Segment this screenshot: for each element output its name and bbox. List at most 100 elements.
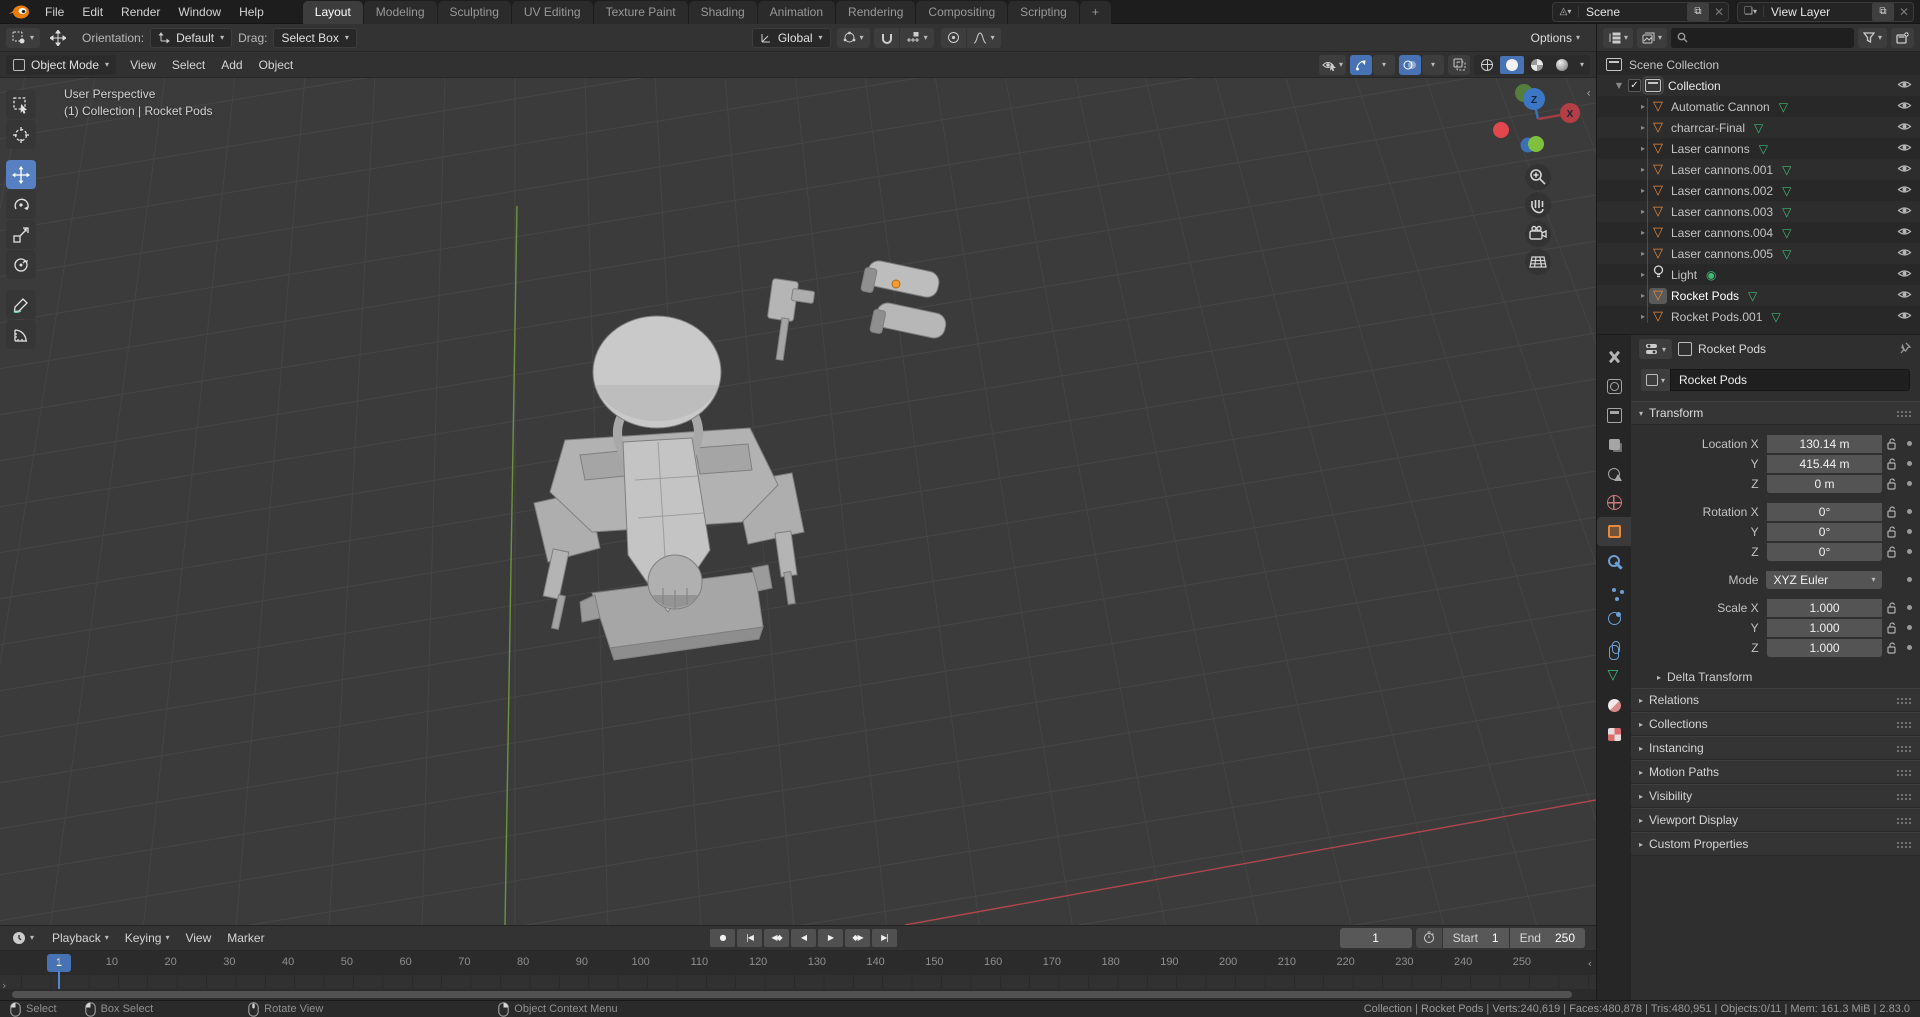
outliner-object-row[interactable]: ▸ ▽ Laser cannons.005 ▽ ◉: [1597, 243, 1920, 264]
panel-drag-handle[interactable]: [1896, 769, 1912, 776]
hide-in-viewport-eye-icon[interactable]: [1897, 100, 1912, 114]
expand-caret-icon[interactable]: ▸: [1637, 123, 1649, 132]
lock-icon[interactable]: [1882, 622, 1902, 634]
proportional-editing-toggle[interactable]: [941, 28, 966, 48]
shading-material-button[interactable]: [1525, 56, 1549, 74]
hide-in-viewport-eye-icon[interactable]: [1897, 79, 1912, 93]
workspace-tab[interactable]: +: [1080, 1, 1111, 24]
model-rocket-tank[interactable]: [430, 250, 960, 680]
outliner-object-row[interactable]: ▸ ▽ Laser cannons.001 ▽ ◉: [1597, 159, 1920, 180]
timeline-ruler[interactable]: 1 ‹ 110203040506070809010011012013014015…: [0, 950, 1596, 976]
properties-tab[interactable]: [1597, 633, 1631, 662]
properties-collapsed-panel[interactable]: ▸ Collections: [1631, 712, 1920, 736]
hide-in-viewport-eye-icon[interactable]: [1897, 226, 1912, 240]
outliner-object-row[interactable]: ▸ ▽ Rocket Pods ▽ ◉: [1597, 285, 1920, 306]
select-box-tool-button[interactable]: [6, 90, 36, 119]
gizmos-toggle[interactable]: [1350, 55, 1372, 75]
viewport-menu-item[interactable]: Object: [251, 58, 302, 72]
properties-tab[interactable]: [1597, 691, 1631, 720]
properties-tab[interactable]: [1597, 401, 1631, 430]
workspace-tab[interactable]: Animation: [758, 1, 835, 24]
timeline-editor-type-dropdown[interactable]: ▾: [6, 928, 40, 948]
rotation-value-field[interactable]: 0°: [1767, 543, 1883, 561]
new-collection-button[interactable]: [1891, 28, 1914, 48]
show-object-types-dropdown[interactable]: ▾: [1319, 55, 1346, 75]
location-value-field[interactable]: 0 m: [1767, 475, 1883, 493]
workspace-tab[interactable]: Sculpting: [438, 1, 511, 24]
workspace-tab[interactable]: Rendering: [836, 1, 915, 24]
hide-in-viewport-eye-icon[interactable]: [1897, 205, 1912, 219]
pin-icon[interactable]: [1898, 341, 1912, 358]
lock-icon[interactable]: [1882, 642, 1902, 654]
mode-dropdown[interactable]: Object Mode ▾: [6, 55, 116, 75]
collapse-caret-icon[interactable]: ▼: [1613, 81, 1625, 90]
annotate-tool-button[interactable]: [6, 290, 36, 319]
properties-collapsed-panel[interactable]: ▸ Viewport Display: [1631, 808, 1920, 832]
new-scene-button[interactable]: ⧉: [1687, 3, 1709, 21]
scale-tool-button[interactable]: [6, 220, 36, 249]
play-reverse[interactable]: ◀: [791, 929, 816, 947]
properties-tab[interactable]: [1597, 604, 1631, 633]
scene-selector[interactable]: ◬▾ Scene ⧉ ✕: [1552, 2, 1729, 22]
hide-in-viewport-eye-icon[interactable]: [1897, 247, 1912, 261]
panel-drag-handle[interactable]: [1896, 793, 1912, 800]
outliner-collection-row[interactable]: ▼ ✓ Collection: [1597, 75, 1920, 96]
outliner-object-row[interactable]: ▸ ▽ Laser cannons.004 ▽ ◉: [1597, 222, 1920, 243]
workspace-tab[interactable]: Layout: [303, 1, 363, 24]
collection-checkbox[interactable]: ✓: [1628, 79, 1641, 92]
workspace-tab[interactable]: Compositing: [916, 1, 1007, 24]
outliner-object-row[interactable]: ▸ ▽ Automatic Cannon ▽ ◉: [1597, 96, 1920, 117]
workspace-tab[interactable]: Shading: [689, 1, 757, 24]
expand-caret-icon[interactable]: ▸: [1637, 228, 1649, 237]
unlink-scene-button[interactable]: ✕: [1710, 5, 1728, 19]
hide-in-viewport-eye-icon[interactable]: [1897, 163, 1912, 177]
drag-dropdown[interactable]: Select Box ▾: [273, 28, 356, 48]
properties-tab[interactable]: [1597, 372, 1631, 401]
properties-tab[interactable]: [1597, 720, 1631, 749]
previous-keyframe[interactable]: ◀◆: [764, 929, 789, 947]
outliner-object-row[interactable]: ▸ ▽ Laser cannons.002 ▽ ◉: [1597, 180, 1920, 201]
frame-end-field[interactable]: End250: [1510, 928, 1585, 948]
viewport-menu-item[interactable]: View: [122, 58, 164, 72]
playhead[interactable]: [58, 971, 60, 989]
properties-tab[interactable]: [1597, 575, 1631, 604]
menubar-item[interactable]: Window: [169, 0, 230, 24]
properties-tab[interactable]: [1597, 546, 1631, 575]
timeline-menu-item[interactable]: Marker▾: [219, 931, 272, 945]
properties-tab[interactable]: [1597, 517, 1631, 546]
properties-collapsed-panel[interactable]: ▸ Relations: [1631, 688, 1920, 712]
animate-property-dot[interactable]: [1907, 577, 1912, 582]
object-type-dropdown[interactable]: ▾: [1641, 369, 1670, 391]
blender-logo-icon[interactable]: [8, 4, 30, 20]
proportional-falloff-dropdown[interactable]: ▾: [967, 28, 1001, 48]
expand-caret-icon[interactable]: ▸: [1637, 312, 1649, 321]
workspace-tab[interactable]: UV Editing: [512, 1, 593, 24]
expand-caret-icon[interactable]: ▸: [1637, 186, 1649, 195]
animate-property-dot[interactable]: [1907, 461, 1912, 466]
outliner-object-row[interactable]: ▸ ▽ Laser cannons ▽ ◉: [1597, 138, 1920, 159]
hide-in-viewport-eye-icon[interactable]: [1897, 121, 1912, 135]
scale-value-field[interactable]: 1.000: [1767, 619, 1883, 637]
properties-tab[interactable]: [1597, 430, 1631, 459]
options-dropdown[interactable]: Options ▾: [1525, 28, 1586, 48]
outliner-object-row[interactable]: ▸ ▽ Light ▽ ◉: [1597, 264, 1920, 285]
hide-in-viewport-eye-icon[interactable]: [1897, 310, 1912, 324]
overlays-toggle[interactable]: [1399, 55, 1421, 75]
workspace-tab[interactable]: Texture Paint: [594, 1, 688, 24]
move-tool-button[interactable]: [6, 160, 36, 189]
properties-collapsed-panel[interactable]: ▸ Custom Properties: [1631, 832, 1920, 856]
rotation-value-field[interactable]: 0°: [1767, 503, 1883, 521]
location-value-field[interactable]: 415.44 m: [1767, 455, 1883, 473]
panel-drag-handle[interactable]: [1896, 745, 1912, 752]
properties-collapsed-panel[interactable]: ▸ Instancing: [1631, 736, 1920, 760]
animate-property-dot[interactable]: [1907, 549, 1912, 554]
workspace-tab[interactable]: Modeling: [364, 1, 437, 24]
outliner-filter-dropdown[interactable]: ▾: [1858, 28, 1887, 48]
animate-property-dot[interactable]: [1907, 529, 1912, 534]
snap-toggle[interactable]: [874, 28, 899, 48]
view-layer-selector[interactable]: ❏▾ View Layer ⧉ ✕: [1737, 2, 1914, 22]
shading-wireframe-button[interactable]: [1475, 56, 1499, 74]
viewport-menu-item[interactable]: Select: [164, 58, 213, 72]
workspace-tab[interactable]: Scripting: [1008, 1, 1079, 24]
hide-in-viewport-eye-icon[interactable]: [1897, 268, 1912, 282]
